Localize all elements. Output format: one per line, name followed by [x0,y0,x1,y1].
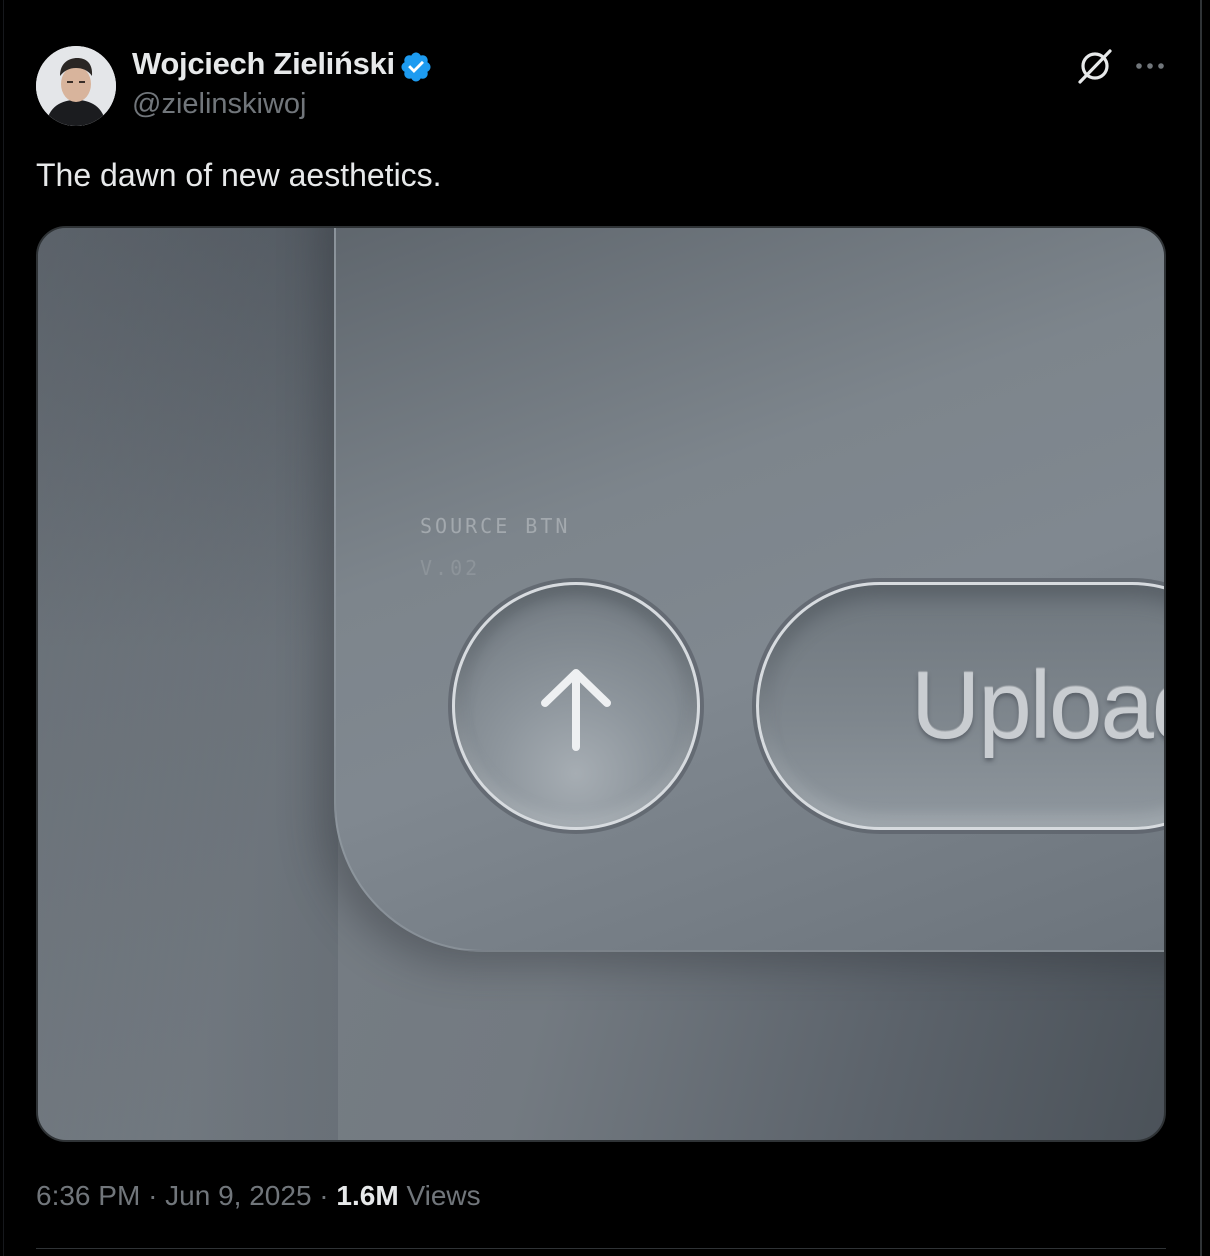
media-left-column [38,228,338,1140]
media-panel-label: SOURCE BTN [420,514,571,538]
views-count: 1.6M [336,1180,399,1211]
verified-badge-icon [401,52,431,82]
media-panel-version: V.02 [420,556,481,580]
meta-separator: · [319,1180,329,1211]
upload-pill-button: Upload [756,582,1164,830]
frame-border-right [1200,0,1202,1256]
tweet-meta-row: 6:36 PM · Jun 9, 2025 · 1.6M Views [36,1180,481,1212]
author-avatar[interactable] [36,46,116,126]
tweet-text: The dawn of new aesthetics. [36,157,442,193]
author-name[interactable]: Wojciech Zieliński [132,46,395,82]
meta-separator: · [148,1180,158,1211]
more-icon[interactable] [1134,54,1166,78]
avatar-portrait-icon [36,46,116,126]
upload-button-label: Upload [911,652,1164,759]
frame-border-left [3,0,4,1256]
arrow-up-icon [541,669,611,751]
tweet-date[interactable]: Jun 9, 2025 [165,1180,311,1211]
upload-circle-button [452,582,700,830]
views-label: Views [406,1180,481,1211]
grok-icon[interactable] [1074,46,1114,86]
author-handle[interactable]: @zielinskiwoj [132,88,306,121]
bottom-divider [36,1248,1166,1249]
tweet-time[interactable]: 6:36 PM [36,1180,140,1211]
tweet-media-image[interactable]: SOURCE BTN V.02 Upload [36,226,1166,1142]
